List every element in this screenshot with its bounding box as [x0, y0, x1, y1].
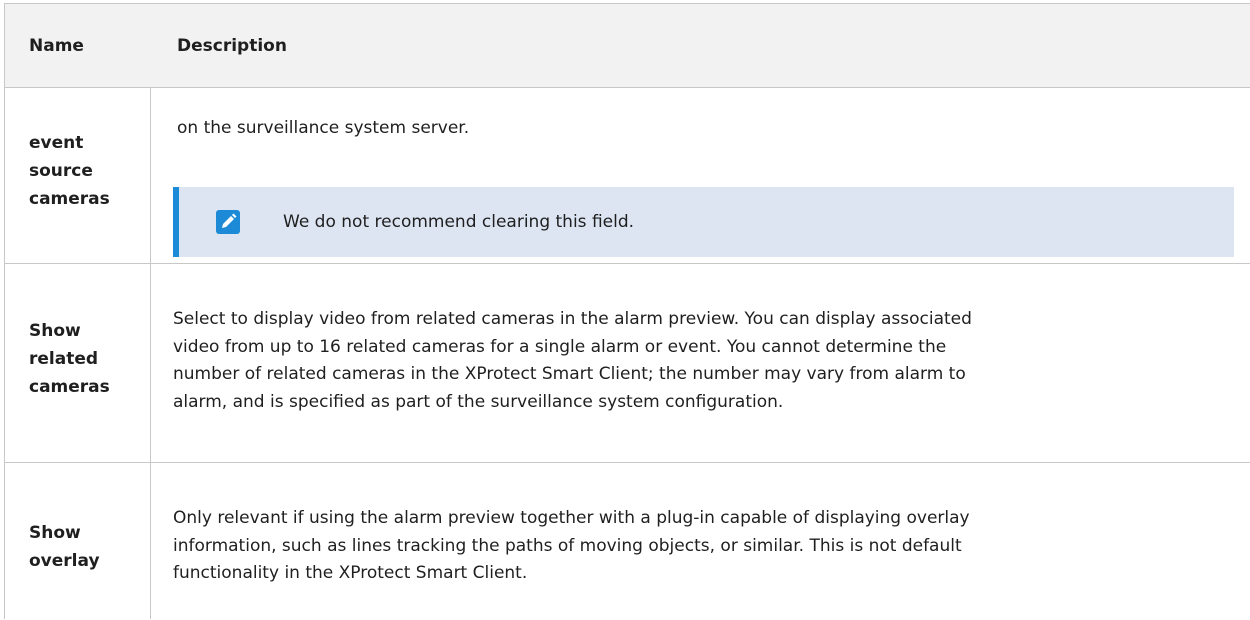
row-name-line: related	[29, 349, 99, 369]
description-line: Only relevant if using the alarm preview…	[173, 508, 970, 528]
header-description: Description	[177, 36, 287, 56]
row-name-line: event	[29, 133, 84, 153]
description-line: number of related cameras in the XProtec…	[173, 364, 966, 384]
description-line: information, such as lines tracking the …	[173, 535, 962, 556]
header-name: Name	[29, 36, 84, 56]
table-row: Show overlay Only relevant if using the …	[5, 463, 1250, 620]
description-line: alarm, and is specified as part of the s…	[173, 391, 784, 412]
row-description: Select to display video from related cam…	[173, 306, 1233, 416]
note-box: We do not recommend clearing this field.	[173, 187, 1234, 257]
row-name-line: cameras	[29, 189, 110, 209]
table-row: Show related cameras Select to display v…	[5, 264, 1250, 463]
table-header-row: Name Description	[5, 4, 1250, 88]
pencil-icon	[216, 210, 240, 234]
description-line: functionality in the XProtect Smart Clie…	[173, 563, 528, 583]
row-name-cell: Show related cameras	[29, 317, 147, 401]
table-row: event source cameras on the surveillance…	[5, 88, 1250, 264]
row-name-cell: event source cameras	[29, 129, 147, 213]
properties-table: Name Description event source cameras on…	[4, 3, 1250, 619]
row-name-line: Show	[29, 523, 81, 543]
row-name-line: overlay	[29, 551, 100, 571]
note-text: We do not recommend clearing this field.	[283, 212, 635, 232]
description-line: video from up to 16 related cameras for …	[173, 336, 947, 357]
row-description: on the surveillance system server.	[177, 118, 470, 138]
row-name-line: source	[29, 161, 93, 181]
row-name-line: Show	[29, 321, 81, 341]
row-description: Only relevant if using the alarm preview…	[173, 505, 1233, 588]
description-line: Select to display video from related cam…	[173, 309, 972, 329]
row-name-line: cameras	[29, 377, 110, 397]
row-name-cell: Show overlay	[29, 519, 147, 575]
note-accent-bar	[173, 187, 179, 257]
